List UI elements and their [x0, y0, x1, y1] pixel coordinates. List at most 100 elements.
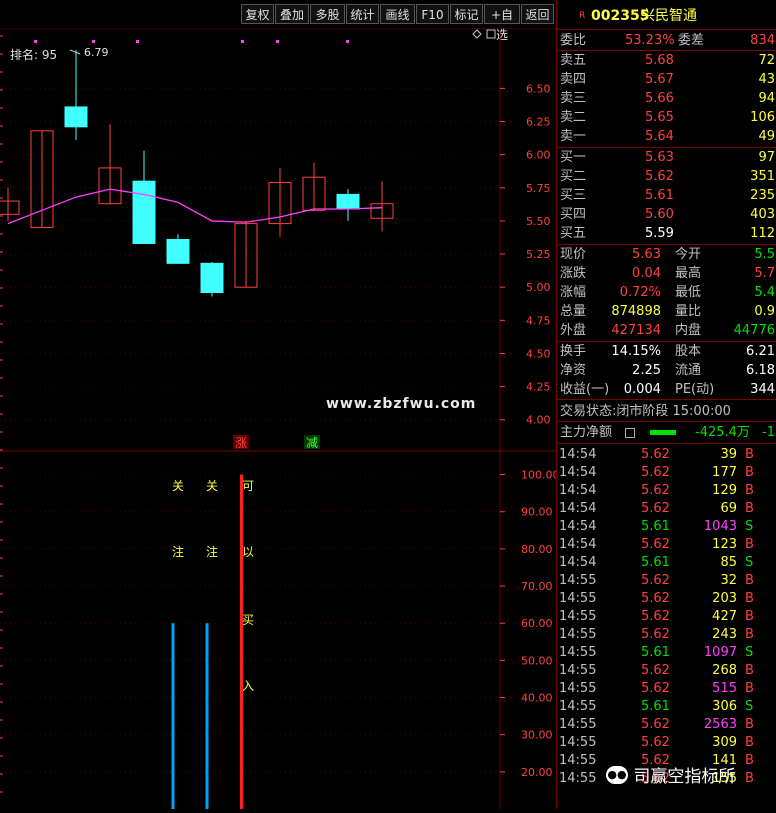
- sell-label: 卖一: [560, 129, 587, 144]
- diamond-icon[interactable]: [472, 29, 482, 39]
- y-tick-label: 6.50: [526, 82, 551, 95]
- kline-chart-area[interactable]: 6.50 6.25 6.00 5.75 5.50 5.25 5.00 4.75 4.50 4.25…: [0, 27, 560, 809]
- y-tick-label: 6.00: [526, 149, 551, 162]
- buy-level-1: 买一 5.63 97: [557, 149, 776, 167]
- toolbar-button-1[interactable]: 叠加: [275, 4, 309, 24]
- tick-row: 14:54 5.61 1043 S: [557, 518, 776, 536]
- chart-svg[interactable]: 6.50 6.25 6.00 5.75 5.50 5.25 5.00 4.75 4.50 4.25…: [0, 27, 560, 809]
- tick-volume: 306: [712, 699, 737, 714]
- tick-row: 14:55 5.62 515 B: [557, 680, 776, 698]
- y-tick-label-lower: 70.00: [521, 580, 553, 593]
- y-tick-label-lower: 30.00: [521, 729, 553, 742]
- buy-label: 买五: [560, 226, 587, 241]
- buy-label: 买四: [560, 207, 587, 222]
- cyan-signal-bar: [205, 623, 209, 809]
- buy-price: 5.59: [645, 226, 674, 241]
- stat-label: 涨幅: [560, 285, 587, 300]
- candle-body[interactable]: [166, 238, 190, 264]
- tick-price: 5.62: [641, 465, 670, 480]
- tick-time: 14:54: [559, 519, 597, 534]
- tick-time: 14:54: [559, 555, 597, 570]
- tick-time: 14:54: [559, 465, 597, 480]
- buy-level-3: 买三 5.61 235: [557, 187, 776, 205]
- weicha-label: 委差: [678, 33, 705, 48]
- stat2-value: 2.25: [632, 363, 661, 378]
- sell-level-3: 卖三 5.66 94: [557, 90, 776, 108]
- buy-price: 5.62: [645, 169, 674, 184]
- tick-row: 14:55 5.62 32 B: [557, 572, 776, 590]
- toolbar-button-6[interactable]: 标记: [450, 4, 483, 24]
- signal-text-col2: 关: [206, 479, 218, 493]
- panel-separator: [557, 399, 776, 400]
- tick-price: 5.62: [641, 501, 670, 516]
- candle-body[interactable]: [0, 200, 20, 215]
- tick-price: 5.62: [641, 591, 670, 606]
- candle-body[interactable]: [64, 106, 88, 128]
- panel-separator: [557, 147, 776, 148]
- toolbar-button-4[interactable]: 画线: [380, 4, 415, 24]
- tag-down: 减: [306, 436, 318, 450]
- toolbar-button-5[interactable]: F10: [416, 4, 449, 24]
- tick-time: 14:55: [559, 753, 597, 768]
- tick-price: 5.62: [641, 627, 670, 642]
- toolbar-button-2[interactable]: 多股: [310, 4, 345, 24]
- wechat-icon: ●●: [606, 765, 628, 784]
- main-force-label: 主力净额: [560, 425, 613, 440]
- square-icon[interactable]: [486, 29, 496, 39]
- candle-body[interactable]: [336, 193, 360, 210]
- sell-volume: 49: [758, 129, 775, 144]
- y-tick-label-lower: 40.00: [521, 692, 553, 705]
- red-signal-bar: [240, 474, 243, 809]
- toolbar-button-7[interactable]: +自选: [484, 4, 520, 42]
- high-pointer: [69, 49, 81, 55]
- y-tick-label-lower: 90.00: [521, 506, 553, 519]
- tick-volume: 39: [720, 447, 737, 462]
- tick-price: 5.61: [641, 645, 670, 660]
- panel-separator: [557, 29, 776, 30]
- stat2-value-2: 6.21: [746, 344, 775, 359]
- y-tick-label: 5.50: [526, 215, 551, 228]
- tick-direction: S: [745, 645, 754, 660]
- stat-value-2: 5.7: [754, 266, 775, 281]
- stat-label: 外盘: [560, 323, 587, 338]
- tick-time: 14:55: [559, 699, 597, 714]
- buy-label: 买一: [560, 150, 587, 165]
- tick-row: 14:54 5.62 177 B: [557, 464, 776, 482]
- stat-label-2: 最高: [675, 266, 702, 281]
- stat-row-0: 现价 5.63 今开 5.5: [557, 246, 776, 264]
- main-force-extra: -1: [762, 425, 775, 440]
- stat-row-3: 总量 874898 量比 0.9: [557, 303, 776, 321]
- wechat-label: 司赢空指标所: [633, 767, 736, 787]
- y-tick-label: 4.25: [526, 381, 551, 394]
- sell-volume: 72: [758, 53, 775, 68]
- stat2-label-2: 股本: [675, 344, 702, 359]
- signal-text-col1: 注: [172, 544, 184, 559]
- stat-label: 总量: [560, 304, 587, 319]
- toolbar-button-0[interactable]: 复权: [241, 4, 274, 24]
- toolbar-button-3[interactable]: 统计: [346, 4, 379, 24]
- stat2-row-2: 收益(一) 0.004 PE(动) 344: [557, 381, 776, 399]
- sell-label: 卖二: [560, 110, 587, 125]
- tick-price: 5.62: [641, 483, 670, 498]
- toolbar-button-8[interactable]: 返回: [521, 4, 554, 24]
- main-force-value: -425.4万: [695, 425, 750, 440]
- tick-row: 14:55 5.62 268 B: [557, 662, 776, 680]
- stat2-value: 0.004: [623, 382, 661, 397]
- candle-body[interactable]: [132, 180, 156, 244]
- tick-row: 14:55 5.61 306 S: [557, 698, 776, 716]
- menu-icon[interactable]: [625, 428, 635, 438]
- buy-price: 5.61: [645, 188, 674, 203]
- buy-volume: 403: [750, 207, 775, 222]
- tick-direction: B: [745, 717, 754, 732]
- stat-value-2: 0.9: [754, 304, 775, 319]
- tick-row: 14:55 5.62 243 B: [557, 626, 776, 644]
- tick-direction: B: [745, 591, 754, 606]
- tick-price: 5.61: [641, 555, 670, 570]
- stat-label-2: 量比: [675, 304, 702, 319]
- candle-body[interactable]: [200, 262, 224, 294]
- stat2-value: 14.15%: [611, 344, 661, 359]
- tick-direction: S: [745, 555, 754, 570]
- tick-row: 14:54 5.62 129 B: [557, 482, 776, 500]
- stat2-value-2: 344: [750, 382, 775, 397]
- tick-volume: 69: [720, 501, 737, 516]
